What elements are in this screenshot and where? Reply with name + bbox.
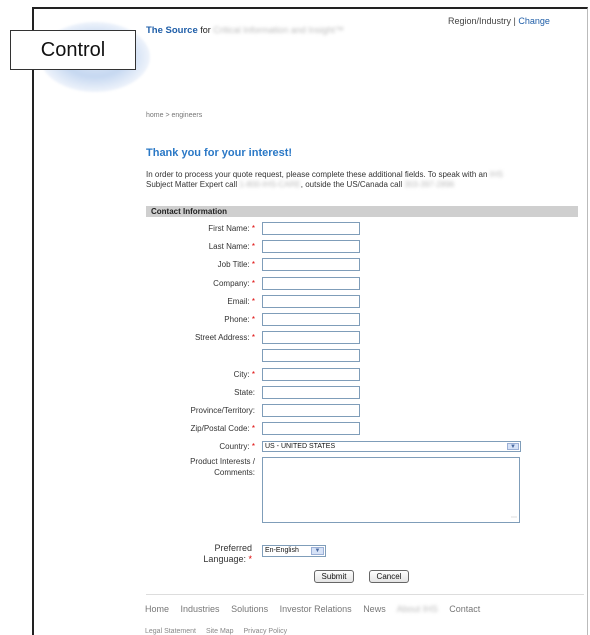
- email-input[interactable]: [262, 295, 360, 308]
- resize-grip-icon[interactable]: ⋯: [511, 514, 517, 521]
- intro-blur2: 1-800-IHS-CARE: [239, 180, 301, 189]
- footer-link-news[interactable]: News: [363, 604, 386, 614]
- chevron-down-icon[interactable]: ▼: [507, 443, 519, 450]
- state-label: State:: [234, 388, 255, 397]
- comments-textarea[interactable]: ⋯: [262, 457, 520, 523]
- tagline-rest: Critical Information and Insight™: [213, 25, 344, 35]
- zip-input[interactable]: [262, 422, 360, 435]
- city-label: City: *: [233, 370, 255, 379]
- last-name-input[interactable]: [262, 240, 360, 253]
- footer-legal: Legal Statement Site Map Privacy Policy: [145, 628, 295, 635]
- intro-blur3: 303-397-2896: [404, 180, 455, 189]
- street-address-input-2[interactable]: [262, 349, 360, 362]
- breadcrumb: home > engineers: [146, 112, 203, 119]
- email-label: Email: *: [227, 297, 255, 306]
- footer-link-sitemap[interactable]: Site Map: [206, 628, 234, 635]
- language-value: En-English: [265, 547, 299, 554]
- region-change-link[interactable]: Change: [518, 16, 550, 26]
- chevron-down-icon[interactable]: ▼: [311, 547, 324, 555]
- footer-link-legal[interactable]: Legal Statement: [145, 628, 196, 635]
- footer-divider: [146, 594, 584, 595]
- intro-blur1: IHS: [489, 170, 503, 179]
- region-label: Region/Industry |: [448, 16, 516, 26]
- company-label: Company: *: [213, 279, 255, 288]
- footer-link-about[interactable]: About IHS: [397, 604, 438, 614]
- job-title-label: Job Title: *: [217, 260, 255, 269]
- control-label: Control: [10, 30, 136, 70]
- country-select[interactable]: US - UNITED STATES ▼: [262, 441, 521, 452]
- street-address-input-1[interactable]: [262, 331, 360, 344]
- footer-link-contact[interactable]: Contact: [449, 604, 480, 614]
- first-name-label: First Name: *: [208, 224, 255, 233]
- footer-link-investor-relations[interactable]: Investor Relations: [280, 604, 352, 614]
- submit-button[interactable]: Submit: [314, 570, 354, 583]
- country-value: US - UNITED STATES: [265, 443, 336, 450]
- state-input[interactable]: [262, 386, 360, 399]
- cancel-button[interactable]: Cancel: [369, 570, 409, 583]
- footer-nav: Home Industries Solutions Investor Relat…: [145, 604, 489, 614]
- province-input[interactable]: [262, 404, 360, 417]
- last-name-label: Last Name: *: [208, 242, 255, 251]
- city-input[interactable]: [262, 368, 360, 381]
- footer-link-industries[interactable]: Industries: [181, 604, 220, 614]
- job-title-input[interactable]: [262, 258, 360, 271]
- language-label: Preferred Language: *: [203, 543, 252, 564]
- tagline-brand: The Source: [146, 25, 198, 36]
- intro-text: In order to process your quote request, …: [146, 170, 570, 190]
- language-select[interactable]: En-English ▼: [262, 545, 326, 557]
- zip-label: Zip/Postal Code: *: [190, 424, 256, 433]
- intro-part2: Subject Matter Expert call: [146, 180, 238, 189]
- country-label: Country: *: [219, 442, 255, 451]
- phone-label: Phone: *: [224, 315, 255, 324]
- intro-part3: , outside the US/Canada call: [300, 180, 403, 189]
- footer-link-privacy[interactable]: Privacy Policy: [244, 628, 288, 635]
- contact-section-header: Contact Information: [146, 206, 578, 217]
- footer-link-solutions[interactable]: Solutions: [231, 604, 268, 614]
- tagline-for: for: [200, 25, 211, 35]
- street-address-label: Street Address: *: [194, 333, 255, 342]
- phone-input[interactable]: [262, 313, 360, 326]
- page-heading: Thank you for your interest!: [146, 147, 293, 159]
- footer-link-home[interactable]: Home: [145, 604, 169, 614]
- site-tagline: The Source for Critical Information and …: [146, 25, 344, 36]
- comments-label: Product Interests / Comments:: [190, 457, 255, 477]
- company-input[interactable]: [262, 277, 360, 290]
- province-label: Province/Territory:: [190, 406, 255, 415]
- region-selector: Region/Industry | Change: [448, 16, 550, 26]
- intro-part1: In order to process your quote request, …: [146, 170, 488, 179]
- first-name-input[interactable]: [262, 222, 360, 235]
